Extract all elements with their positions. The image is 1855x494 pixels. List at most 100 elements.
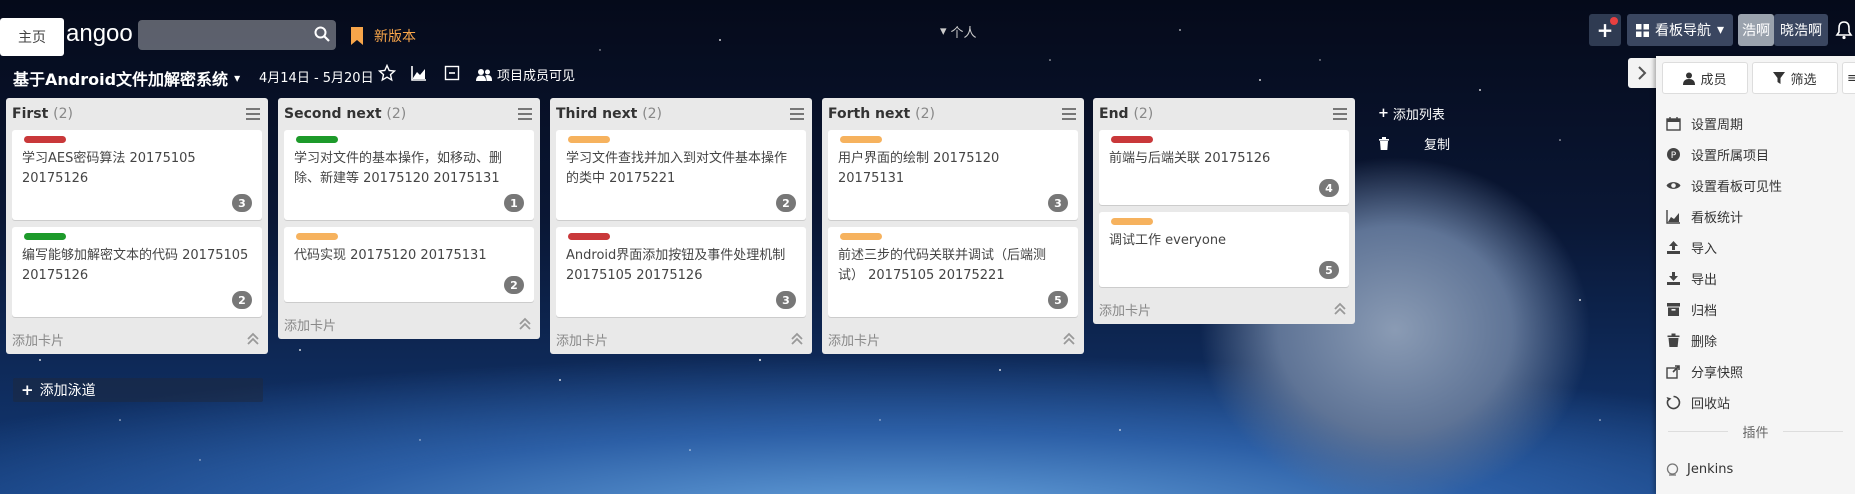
list-column: Forth next (2) 用户界面的绘制 20175120 20175131 3… [822, 98, 1084, 354]
share-icon [1666, 365, 1680, 379]
panel-menu-item[interactable]: 删除 [1656, 325, 1855, 356]
card-title: 编写能够加解密文本的代码 20175105 20175126 [22, 248, 249, 283]
panel-menu-item[interactable]: 分享快照 [1656, 356, 1855, 387]
plugin-jenkins[interactable]: Jenkins [1666, 462, 1733, 477]
card[interactable]: 前端与后端关联 20175126 4 [1099, 130, 1349, 205]
add-card-button[interactable]: 添加卡片 [556, 330, 608, 349]
list-card-count: (2) [53, 106, 74, 122]
search-icon[interactable] [313, 25, 331, 43]
area-chart-icon[interactable] [410, 64, 428, 82]
trash-icon[interactable] [1378, 137, 1390, 150]
add-card-button[interactable]: 添加卡片 [828, 330, 880, 349]
list-title-text: Forth next [828, 106, 911, 122]
board-title[interactable]: 基于Android文件加解密系统 ▾ [13, 66, 240, 90]
new-version-link[interactable]: 新版本 [350, 26, 416, 46]
menu-icon: ≡ [1847, 70, 1855, 86]
panel-menu-item[interactable]: 导出 [1656, 263, 1855, 294]
add-card-button[interactable]: 添加卡片 [1099, 300, 1151, 319]
panel-menu-item-label: 设置周期 [1691, 118, 1744, 133]
board-navigation-button[interactable]: 看板导航 ▾ [1627, 14, 1733, 46]
panel-menu-item[interactable]: 设置周期 [1656, 108, 1855, 139]
card-title: 学习对文件的基本操作，如移动、删除、新建等 20175120 20175131 [294, 151, 503, 186]
add-button[interactable]: + [1589, 14, 1621, 46]
list-title: Second next (2) [284, 106, 406, 122]
panel-tabs: 成员 筛选 ≡ [1662, 62, 1855, 94]
tab-menu[interactable]: ≡ [1842, 62, 1855, 94]
card-title: 代码实现 20175120 20175131 [294, 248, 487, 263]
panel-menu-item[interactable]: 设置看板可见性 [1656, 170, 1855, 201]
archive-icon [1667, 303, 1680, 316]
card-count-badge: 5 [1048, 291, 1068, 309]
double-chevron-up-icon[interactable] [1062, 332, 1076, 346]
card[interactable]: 学习文件查找并加入到对文件基本操作的类中 20175221 2 [556, 130, 806, 220]
home-button[interactable]: 主页 [0, 18, 64, 56]
plus-icon: + [1378, 106, 1389, 121]
board-visibility[interactable]: 项目成员可见 [476, 65, 575, 84]
card[interactable]: 代码实现 20175120 20175131 2 [284, 227, 534, 302]
download-icon [1667, 272, 1680, 285]
board-date-range[interactable]: 4月14日 - 5月20日 [259, 67, 374, 86]
list-header[interactable]: Second next (2) [278, 98, 540, 130]
hamburger-menu-icon[interactable] [1333, 108, 1347, 120]
hamburger-menu-icon[interactable] [790, 108, 804, 120]
card-title: 前端与后端关联 20175126 [1109, 151, 1271, 166]
list-header[interactable]: Third next (2) [550, 98, 812, 130]
panel-menu-item[interactable]: 归档 [1656, 294, 1855, 325]
card-title: 调试工作 everyone [1109, 233, 1227, 248]
panel-toggle-button[interactable] [1628, 58, 1656, 88]
jenkins-icon [1666, 463, 1679, 476]
personal-dropdown[interactable]: ▾ 个人 [940, 22, 977, 41]
hamburger-menu-icon[interactable] [518, 108, 532, 120]
panel-menu-item[interactable]: P 设置所属项目 [1656, 139, 1855, 170]
card-label-bar [568, 136, 610, 143]
add-card-button[interactable]: 添加卡片 [284, 315, 336, 334]
tab-members[interactable]: 成员 [1662, 62, 1748, 94]
tab-filter[interactable]: 筛选 [1752, 62, 1838, 94]
card-title: 用户界面的绘制 20175120 20175131 [838, 151, 1000, 186]
panel-menu-item[interactable]: 看板统计 [1656, 201, 1855, 232]
calendar-icon [1666, 117, 1681, 131]
top-navigation-bar: 主页 angoo 新版本 ▾ 个人 + 看板导航 ▾ 浩啊 晓浩啊 [0, 0, 1855, 56]
panel-menu-item-label: 删除 [1691, 335, 1718, 350]
add-card-button[interactable]: 添加卡片 [12, 330, 64, 349]
star-icon[interactable] [378, 64, 396, 82]
card[interactable]: 编写能够加解密文本的代码 20175105 20175126 2 [12, 227, 262, 317]
search-input[interactable] [150, 26, 300, 44]
add-list-button[interactable]: + 添加列表 [1378, 104, 1445, 123]
list-footer: 添加卡片 [278, 309, 540, 339]
double-chevron-up-icon[interactable] [790, 332, 804, 346]
hamburger-menu-icon[interactable] [246, 108, 260, 120]
copy-button[interactable]: 复制 [1424, 134, 1450, 153]
card-title: 学习AES密码算法 20175105 20175126 [22, 151, 196, 186]
caret-down-icon: ▾ [1716, 22, 1725, 38]
eye-icon [1666, 182, 1681, 189]
panel-menu-item[interactable]: 导入 [1656, 232, 1855, 263]
user-avatar[interactable]: 浩啊 [1738, 14, 1774, 46]
list-header[interactable]: First (2) [6, 98, 268, 130]
double-chevron-up-icon[interactable] [1333, 302, 1347, 316]
card[interactable]: 前述三步的代码关联并调试（后端测试） 20175105 20175221 5 [828, 227, 1078, 317]
card-title: 学习文件查找并加入到对文件基本操作的类中 20175221 [566, 151, 788, 186]
list-header[interactable]: End (2) [1093, 98, 1355, 130]
new-version-label: 新版本 [374, 29, 416, 45]
notifications-button[interactable] [1832, 14, 1855, 46]
double-chevron-up-icon[interactable] [518, 317, 532, 331]
card[interactable]: 用户界面的绘制 20175120 20175131 3 [828, 130, 1078, 220]
personal-label: 个人 [950, 26, 977, 41]
card[interactable]: 调试工作 everyone 5 [1099, 212, 1349, 287]
board-title-text: 基于Android文件加解密系统 [13, 70, 229, 89]
panel-menu-item[interactable]: 回收站 [1656, 387, 1855, 418]
panel-menu-item-label: 设置看板可见性 [1691, 180, 1783, 195]
app-logo[interactable]: angoo [66, 20, 133, 48]
collapse-square-icon[interactable] [443, 64, 461, 82]
bookmark-icon [351, 27, 363, 45]
card[interactable]: Android界面添加按钮及事件处理机制 20175105 20175126 3 [556, 227, 806, 317]
user-name-button[interactable]: 晓浩啊 [1774, 14, 1828, 46]
add-swimlane-button[interactable]: + 添加泳道 [13, 378, 263, 402]
hamburger-menu-icon[interactable] [1062, 108, 1076, 120]
card[interactable]: 学习对文件的基本操作，如移动、删除、新建等 20175120 20175131 1 [284, 130, 534, 220]
double-chevron-up-icon[interactable] [246, 332, 260, 346]
users-icon [476, 68, 492, 81]
list-header[interactable]: Forth next (2) [822, 98, 1084, 130]
card[interactable]: 学习AES密码算法 20175105 20175126 3 [12, 130, 262, 220]
